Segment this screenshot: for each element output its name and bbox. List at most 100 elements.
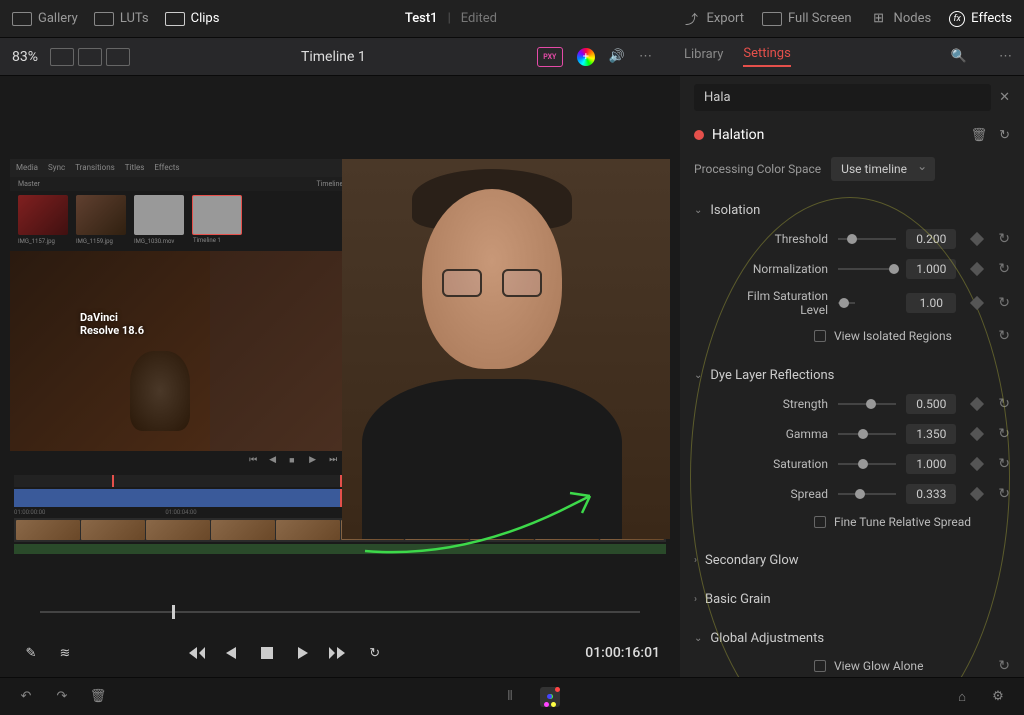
scrubber[interactable]: [40, 611, 640, 613]
color-wheel-icon[interactable]: +: [577, 48, 595, 66]
reset-icon[interactable]: ↻: [998, 426, 1010, 442]
spread-slider[interactable]: [838, 493, 896, 495]
colorspace-select[interactable]: Use timeline: [831, 157, 935, 181]
strength-value[interactable]: [906, 394, 956, 414]
dye-section-header[interactable]: ⌄Dye Layer Reflections: [694, 362, 1010, 389]
more-icon[interactable]: ⋯: [639, 49, 652, 64]
view-isolated-checkbox[interactable]: [814, 330, 826, 342]
luts-button[interactable]: LUTs: [94, 11, 149, 26]
effect-enabled-dot[interactable]: [694, 130, 704, 140]
redo-icon[interactable]: ↷: [52, 687, 72, 707]
effects-icon: fx: [949, 11, 965, 27]
clips-button[interactable]: Clips: [165, 11, 220, 26]
reset-icon[interactable]: ↻: [998, 396, 1010, 412]
isolation-section-header[interactable]: ⌄Isolation: [694, 197, 1010, 224]
reset-icon[interactable]: ↻: [998, 328, 1010, 344]
normalization-value[interactable]: [906, 259, 956, 279]
reset-icon[interactable]: ↻: [998, 486, 1010, 502]
project-title: Test1: [405, 11, 438, 26]
zoom-level[interactable]: 83%: [12, 49, 38, 65]
threshold-value[interactable]: [906, 229, 956, 249]
normalization-slider[interactable]: [838, 268, 896, 270]
reset-icon[interactable]: ↻: [998, 658, 1010, 674]
second-toolbar: 83% Timeline 1 PXY + 🔊 ⋯ Library Setting…: [0, 38, 1024, 76]
top-toolbar: Gallery LUTs Clips Test1 | Edited ⤴Expor…: [0, 0, 1024, 38]
basic-grain-header[interactable]: ›Basic Grain: [694, 586, 1010, 613]
keyframe-icon[interactable]: [970, 397, 984, 411]
library-tab[interactable]: Library: [684, 47, 723, 66]
strength-slider[interactable]: [838, 403, 896, 405]
timecode[interactable]: 01:00:16:01: [585, 645, 660, 661]
trash-icon[interactable]: 🗑: [971, 128, 988, 143]
audio-icon[interactable]: 🔊: [609, 49, 625, 64]
chevron-right-icon: ›: [694, 555, 697, 566]
nodes-button[interactable]: ⊞Nodes: [870, 10, 932, 28]
prev-button[interactable]: [220, 642, 242, 664]
viewer: MediaSyncTransitionsTitlesEffects Export…: [0, 76, 680, 611]
keyframe-icon[interactable]: [970, 232, 984, 246]
loop-button[interactable]: ↻: [364, 642, 386, 664]
fusion-page-icon[interactable]: ⫴: [500, 687, 520, 707]
effect-title: Halation: [712, 127, 764, 143]
keyframe-icon[interactable]: [970, 427, 984, 441]
saturation-slider[interactable]: [838, 463, 896, 465]
keyframe-icon[interactable]: [970, 262, 984, 276]
view-dual-button[interactable]: [78, 48, 102, 66]
chevron-right-icon: ›: [694, 594, 697, 605]
gamma-value[interactable]: [906, 424, 956, 444]
chevron-down-icon: ⌄: [694, 633, 702, 644]
gallery-icon: [12, 12, 32, 26]
settings-tab[interactable]: Settings: [743, 46, 790, 67]
first-frame-button[interactable]: [184, 642, 206, 664]
fullscreen-button[interactable]: Full Screen: [762, 11, 852, 26]
chevron-down-icon: ⌄: [694, 205, 702, 216]
home-icon[interactable]: ⌂: [952, 687, 972, 707]
secondary-glow-header[interactable]: ›Secondary Glow: [694, 547, 1010, 574]
keyframe-icon[interactable]: [970, 487, 984, 501]
chevron-down-icon: ⌄: [694, 370, 702, 381]
clips-icon: [165, 12, 185, 26]
threshold-slider[interactable]: [838, 238, 896, 240]
reset-icon[interactable]: ↻: [998, 456, 1010, 472]
film-sat-value[interactable]: [906, 293, 956, 313]
transport-bar: ✎ ≋ ↻ 01:00:16:01: [0, 629, 680, 677]
global-adjustments-header[interactable]: ⌄Global Adjustments: [694, 625, 1010, 652]
eyedropper-icon[interactable]: ✎: [20, 642, 42, 664]
colorspace-label: Processing Color Space: [694, 162, 821, 176]
panel-more-icon[interactable]: ⋯: [999, 49, 1012, 64]
keyframe-icon[interactable]: [970, 296, 984, 310]
timeline-name[interactable]: Timeline 1: [142, 49, 525, 65]
saturation-value[interactable]: [906, 454, 956, 474]
clear-search-icon[interactable]: ✕: [999, 90, 1010, 105]
keyframe-icon[interactable]: [970, 457, 984, 471]
play-button[interactable]: [292, 642, 314, 664]
nodes-icon: ⊞: [870, 10, 888, 28]
reset-icon[interactable]: ↻: [998, 261, 1010, 277]
color-page-icon[interactable]: [540, 687, 560, 707]
gamma-slider[interactable]: [838, 433, 896, 435]
fine-tune-checkbox[interactable]: [814, 516, 826, 528]
undo-icon[interactable]: ↶: [16, 687, 36, 707]
delete-icon[interactable]: 🗑: [88, 687, 108, 707]
view-single-button[interactable]: [50, 48, 74, 66]
effects-button[interactable]: fxEffects: [949, 11, 1012, 27]
settings-icon[interactable]: ⚙: [988, 687, 1008, 707]
last-frame-button[interactable]: [328, 642, 350, 664]
view-glow-checkbox[interactable]: [814, 660, 826, 672]
spread-value[interactable]: [906, 484, 956, 504]
gallery-button[interactable]: Gallery: [12, 11, 78, 26]
reset-icon[interactable]: ↻: [998, 231, 1010, 247]
film-sat-slider[interactable]: [838, 302, 855, 304]
fullscreen-icon: [762, 12, 782, 26]
view-quad-button[interactable]: [106, 48, 130, 66]
preview-monitor: MediaSyncTransitionsTitlesEffects Export…: [10, 159, 670, 539]
reset-all-icon[interactable]: ↻: [999, 128, 1010, 143]
project-status: Edited: [461, 11, 497, 26]
export-button[interactable]: ⤴Export: [682, 10, 744, 28]
layers-icon[interactable]: ≋: [54, 642, 76, 664]
effects-search-input[interactable]: [694, 84, 991, 111]
stop-button[interactable]: [256, 642, 278, 664]
reset-icon[interactable]: ↻: [998, 295, 1010, 311]
search-icon[interactable]: 🔍: [951, 49, 967, 64]
image-wipe-button[interactable]: PXY: [537, 47, 563, 67]
